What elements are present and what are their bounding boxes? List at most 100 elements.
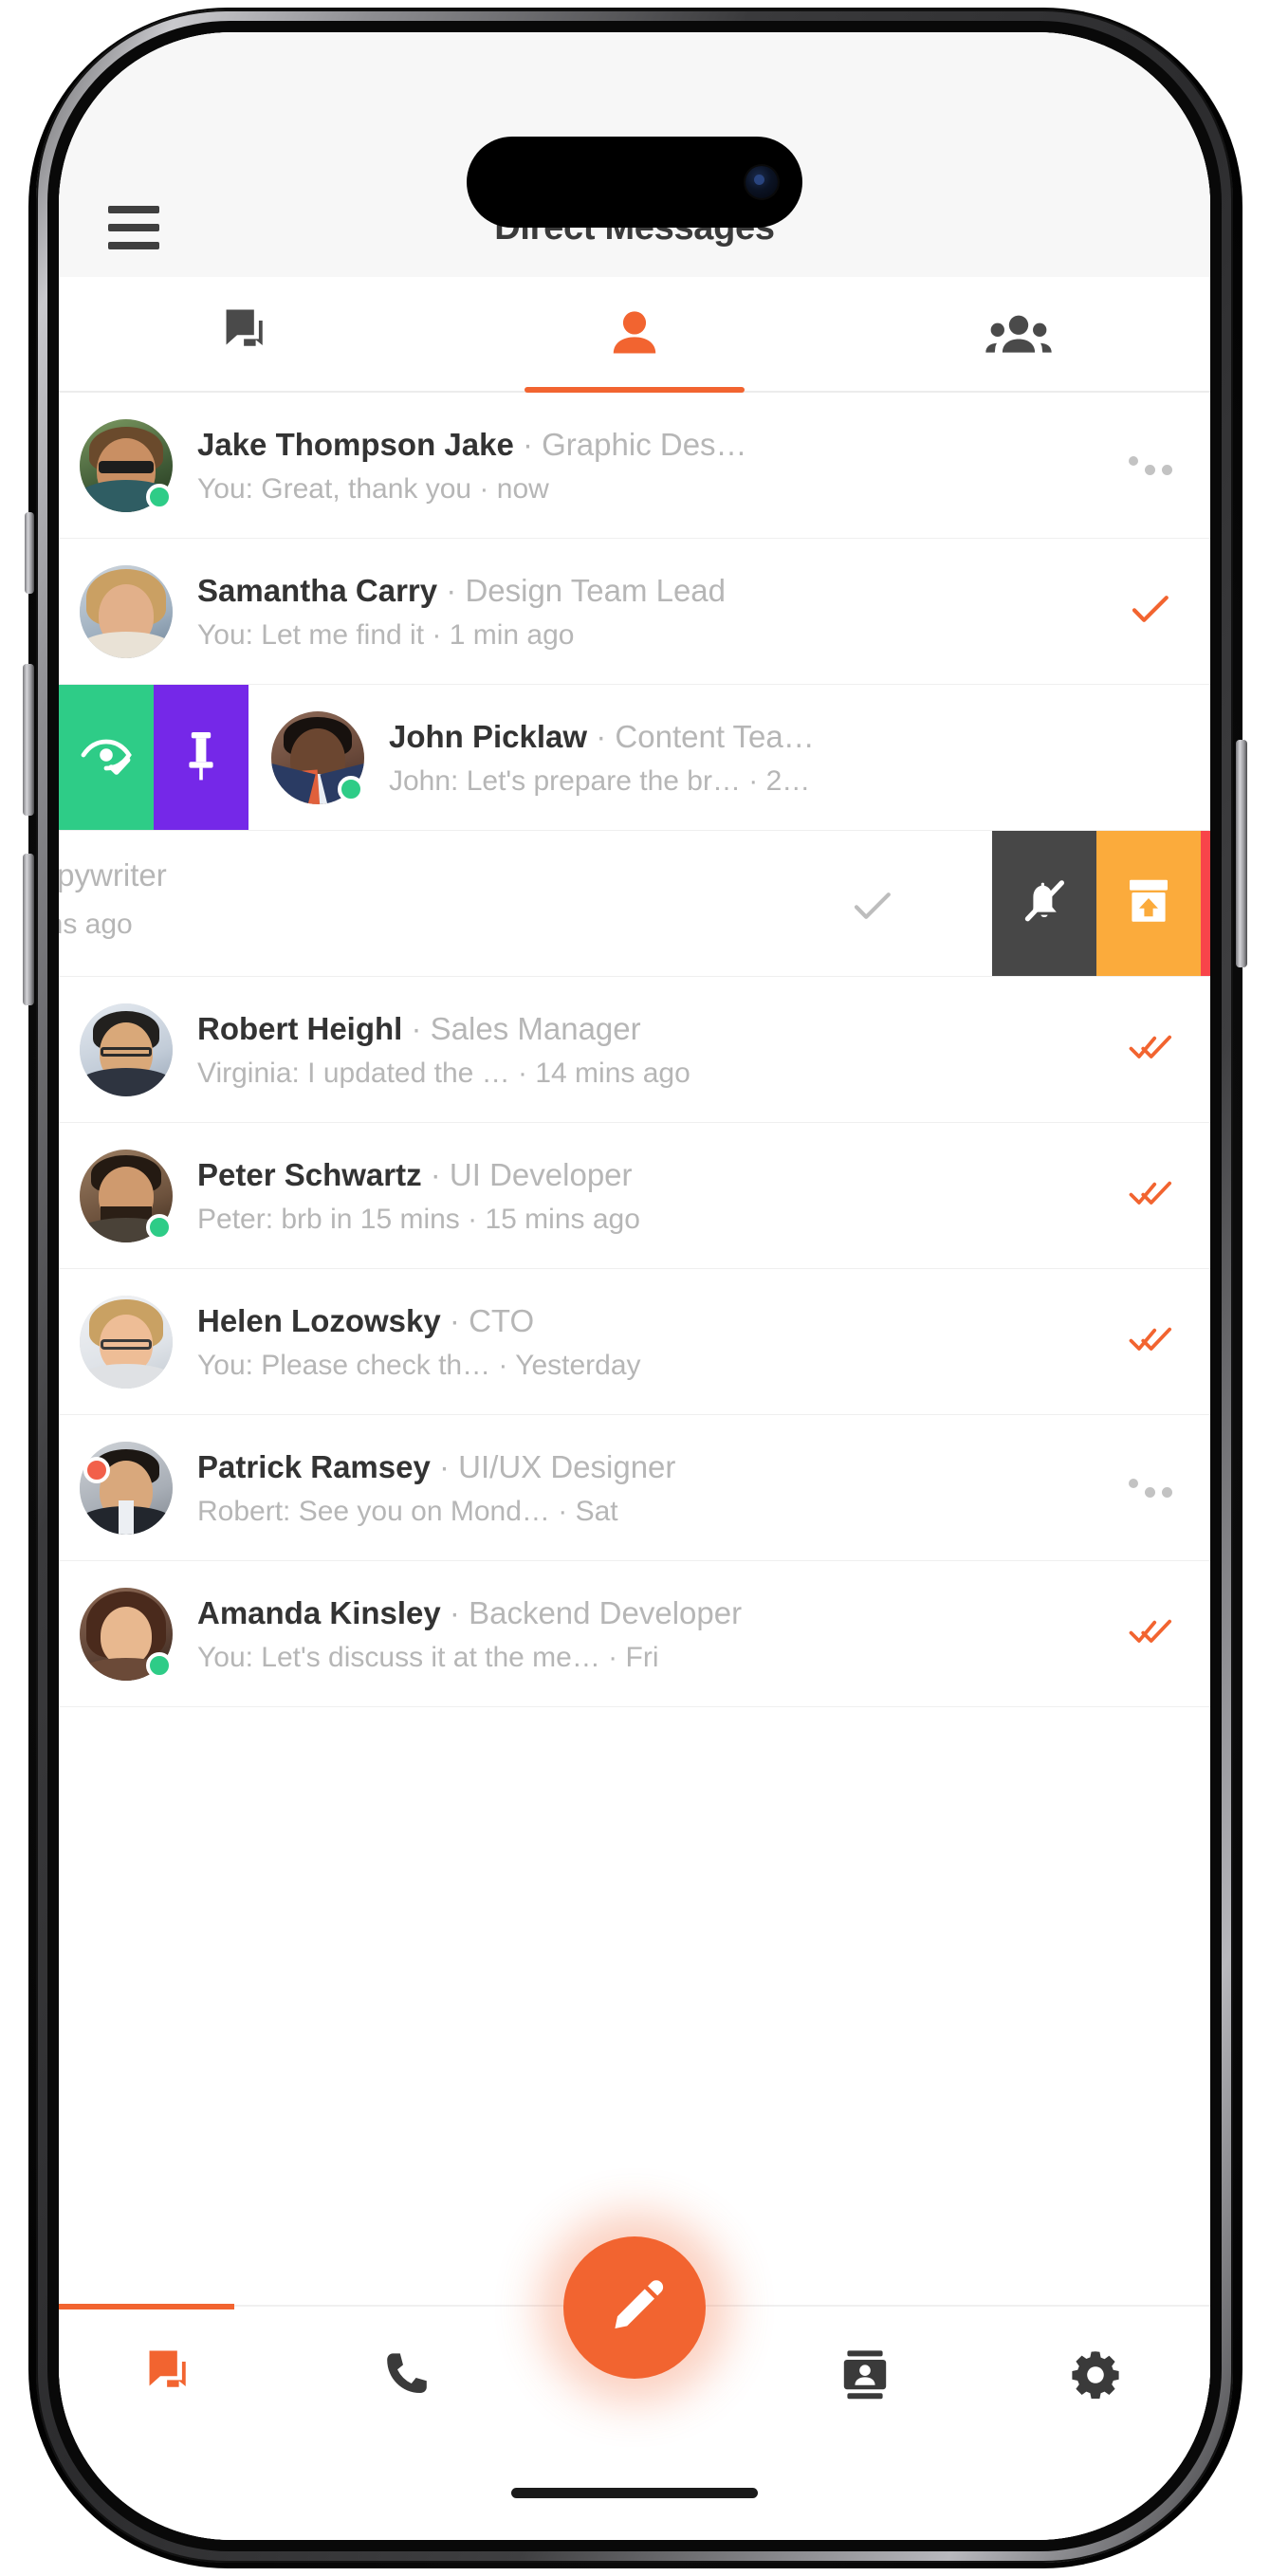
timestamp: mins ago	[59, 909, 133, 940]
avatar	[271, 710, 364, 804]
contact-name: Robert Heighl	[197, 1010, 403, 1046]
list-item-partial[interactable]: Copywriter mins ago	[59, 831, 1210, 977]
timestamp: now	[496, 473, 549, 506]
row-meta	[1115, 1178, 1186, 1213]
double-check-icon	[1129, 1324, 1172, 1359]
timestamp: 1 min ago	[449, 619, 575, 652]
message-preview: You: Let's discuss it at the me…	[197, 1642, 600, 1674]
dot-separator: ·	[437, 572, 466, 608]
contact-name: Jake Thompson Jake	[197, 426, 514, 462]
contact-role: Sales Manager	[430, 1010, 641, 1046]
contact-role: Backend Developer	[469, 1594, 743, 1630]
list-item[interactable]: Amanda Kinsley · Backend Developer You: …	[59, 1561, 1210, 1707]
list-item-texts: Jake Thompson Jake · Graphic Des… You: G…	[197, 425, 1115, 506]
timestamp: 2…	[765, 765, 811, 798]
list-item-texts: Peter Schwartz · UI Developer Peter: brb…	[197, 1155, 1115, 1236]
single-check-icon	[854, 890, 892, 927]
contact-role: Content Tea…	[615, 718, 815, 754]
nav-item-calls[interactable]	[289, 2349, 520, 2405]
three-dots-icon[interactable]	[1129, 455, 1172, 475]
list-item[interactable]: Patrick Ramsey · UI/UX Designer Robert: …	[59, 1415, 1210, 1561]
eye-check-icon	[80, 734, 133, 781]
volume-up-button[interactable]	[23, 664, 34, 816]
row-meta[interactable]	[1115, 1478, 1186, 1498]
dot-separator: ·	[430, 1448, 459, 1484]
nav-item-settings[interactable]	[980, 2348, 1210, 2406]
bottom-navigation	[59, 2236, 1210, 2447]
tab-groups[interactable]	[826, 277, 1210, 391]
screenshot-stage: Direct Messages	[0, 0, 1270, 2576]
double-check-icon	[1129, 1032, 1172, 1067]
dot-separator: ·	[509, 1058, 536, 1090]
contact-role: Copywriter	[59, 857, 167, 892]
list-item-texts: Copywriter mins ago	[59, 857, 167, 941]
conversation-list[interactable]: Jake Thompson Jake · Graphic Des… You: G…	[59, 393, 1210, 2305]
dot-separator: ·	[513, 426, 543, 462]
message-preview: Robert: See you on Mond…	[197, 1496, 550, 1528]
compose-button[interactable]	[563, 2236, 706, 2379]
volume-down-button[interactable]	[23, 854, 34, 1005]
list-item-texts: Helen Lozowsky · CTO You: Please check t…	[197, 1301, 1115, 1382]
dot-separator: ·	[740, 765, 766, 798]
bell-slash-icon	[1018, 874, 1071, 932]
list-item-texts: Samantha Carry · Design Team Lead You: L…	[197, 571, 1115, 652]
chat-bubbles-icon	[144, 2348, 203, 2406]
timestamp: 14 mins ago	[535, 1058, 690, 1090]
contact-role: Design Team Lead	[465, 572, 727, 608]
dot-separator: ·	[549, 1496, 576, 1528]
dot-separator: ·	[440, 1594, 469, 1630]
list-item-content[interactable]: John Picklaw · Content Tea… John: Let's …	[248, 685, 1210, 830]
dot-separator: ·	[421, 1156, 450, 1192]
list-item[interactable]: Helen Lozowsky · CTO You: Please check t…	[59, 1269, 1210, 1415]
contact-name: John Picklaw	[389, 718, 588, 754]
contact-role: CTO	[469, 1302, 535, 1338]
status-dot	[83, 1456, 110, 1483]
swipe-action-archive[interactable]	[1096, 831, 1201, 976]
message-preview: You: Let me find it	[197, 619, 425, 652]
list-item-swiped[interactable]: John Picklaw · Content Tea… John: Let's …	[59, 685, 1210, 831]
avatar	[80, 564, 173, 658]
swipe-action-pin[interactable]	[154, 685, 248, 830]
dot-separator: ·	[490, 1350, 516, 1382]
chat-bubbles-icon	[221, 307, 280, 360]
dot-separator: ·	[471, 473, 497, 506]
power-button[interactable]	[1236, 740, 1247, 967]
list-item[interactable]: Samantha Carry · Design Team Lead You: L…	[59, 539, 1210, 685]
timestamp: Sat	[575, 1496, 618, 1528]
dot-separator: ·	[402, 1010, 431, 1046]
double-check-icon	[1129, 1178, 1172, 1213]
list-item[interactable]: Jake Thompson Jake · Graphic Des… You: G…	[59, 393, 1210, 539]
nav-item-messages[interactable]	[59, 2348, 289, 2406]
row-meta[interactable]	[1115, 455, 1186, 475]
message-preview: Peter: brb in 15 mins	[197, 1204, 460, 1236]
list-item[interactable]: Robert Heighl · Sales Manager Virginia: …	[59, 977, 1210, 1123]
list-item-texts: John Picklaw · Content Tea… John: Let's …	[389, 717, 1201, 798]
contact-card-icon	[837, 2348, 893, 2406]
home-indicator[interactable]	[511, 2488, 758, 2498]
swipe-action-mark-read[interactable]	[59, 685, 154, 830]
dot-separator: ·	[599, 1642, 626, 1674]
list-item[interactable]: Peter Schwartz · UI Developer Peter: brb…	[59, 1123, 1210, 1269]
hamburger-icon[interactable]	[108, 206, 159, 249]
swipe-action-delete[interactable]	[1201, 831, 1210, 976]
contact-name: Amanda Kinsley	[197, 1594, 441, 1630]
avatar	[80, 1003, 173, 1096]
nav-item-contacts[interactable]	[749, 2348, 980, 2406]
compose-pencil-icon	[603, 2274, 666, 2342]
status-dot	[146, 1213, 173, 1241]
dot-separator: ·	[587, 718, 616, 754]
status-dot	[146, 483, 173, 510]
mute-switch[interactable]	[25, 512, 34, 594]
status-dot	[146, 1651, 173, 1679]
avatar	[80, 1149, 173, 1242]
people-group-icon	[984, 310, 1054, 358]
tab-bar	[59, 277, 1210, 393]
timestamp: Yesterday	[515, 1350, 641, 1382]
swipe-action-mute[interactable]	[992, 831, 1096, 976]
avatar	[80, 1295, 173, 1389]
tab-direct-messages[interactable]	[443, 277, 827, 391]
dynamic-island	[467, 137, 802, 228]
three-dots-icon[interactable]	[1129, 1478, 1172, 1498]
tab-chats[interactable]	[59, 277, 443, 391]
row-meta	[1115, 593, 1186, 630]
